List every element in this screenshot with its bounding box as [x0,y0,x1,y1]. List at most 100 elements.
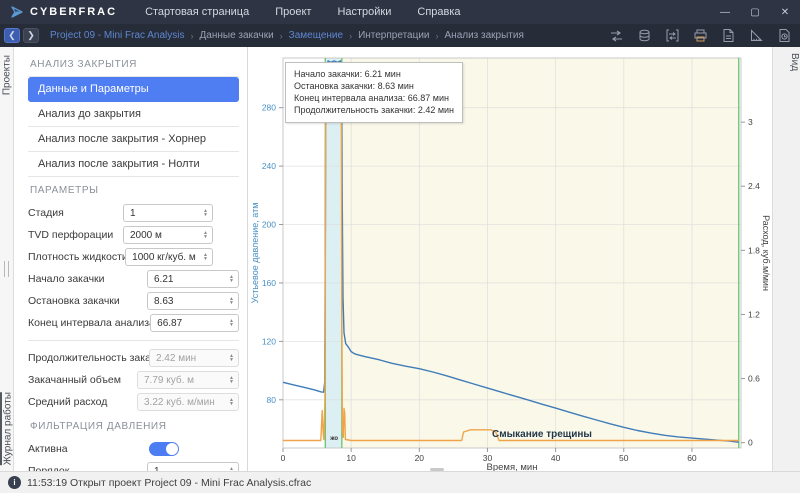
axis-text: 50 [619,453,629,463]
param-label: Средний расход [28,396,137,408]
spinner-value: 1 [130,208,199,219]
spinner-arrows[interactable]: ▲▼ [225,319,238,327]
bottom-splitter-handle[interactable] [430,468,444,471]
spinner-value: 66.87 [157,318,225,329]
tooltip-line: Начало закачки: 6.21 мин [294,68,454,80]
main-menu: Стартовая страница Проект Настройки Справка [145,6,460,18]
menu-item-4[interactable]: Справка [417,6,460,18]
spinner-input[interactable]: 2000 м▲▼ [123,226,213,244]
spinner-value: 7.79 куб. м [144,375,225,386]
chart-panel: 8012016020024028000.61.21.82.43010203040… [248,47,772,471]
spinner-input[interactable]: 8.63▲▼ [147,292,239,310]
filter-form: АктивнаПорядок1▲▼Размер окна4▲▼Ресемплин… [28,438,239,471]
breadcrumb-bar: ❮ ❯ Project 09 - Mini Frac Analysis›Данн… [0,24,800,47]
breadcrumb-separator: › [349,31,352,41]
toggle-knob [166,443,178,455]
filter-title: ФИЛЬТРАЦИЯ ДАВЛЕНИЯ [30,421,239,432]
params-title: ПАРАМЕТРЫ [30,185,239,196]
spinner-arrows[interactable]: ▲▼ [199,253,212,261]
axis-text: 60 [687,453,697,463]
closure-analysis-panel: АНАЛИЗ ЗАКРЫТИЯ Данные и ПараметрыАнализ… [14,47,248,471]
axis-text: 80 [267,395,277,405]
spinner-arrows[interactable]: ▲▼ [199,209,212,217]
divider [28,340,239,341]
nav-button-2[interactable]: Анализ до закрытия [28,102,239,127]
nav-back-button[interactable]: ❮ [4,28,20,43]
info-icon: i [8,476,21,489]
compare-icon[interactable] [609,28,624,43]
nav-button-3[interactable]: Анализ после закрытия - Хорнер [28,127,239,152]
left-tab-strip: Проекты Журнал работы [0,47,14,471]
spinner-arrows[interactable]: ▲▼ [225,275,238,283]
breadcrumb-separator: › [436,31,439,41]
tab-journal[interactable]: Журнал работы [0,392,14,465]
spinner-arrows: ▲▼ [225,398,238,406]
param-label: Продолжительность закачки [28,352,149,364]
tab-projects[interactable]: Проекты [0,55,14,95]
axis-text: Смыкание трещины [492,429,592,440]
axis-text: 0 [748,438,753,448]
param-row: Средний расход3.22 куб. м/мин▲▼ [28,391,239,413]
spinner-input[interactable]: 6.21▲▼ [147,270,239,288]
menu-item-3[interactable]: Настройки [337,6,391,18]
spinner-input[interactable]: 1▲▼ [123,204,213,222]
param-label: TVD перфорации [28,229,123,241]
spinner-input: 2.42 мин▲▼ [149,349,239,367]
nav-forward-button[interactable]: ❯ [23,28,39,43]
spinner-arrows[interactable]: ▲▼ [199,231,212,239]
spinner-value: 6.21 [154,274,225,285]
param-label: Начало закачки [28,273,147,285]
axis-text: 20 [415,453,425,463]
spinner-arrows[interactable]: ▲▼ [225,297,238,305]
menu-item-1[interactable]: Стартовая страница [145,6,249,18]
tooltip-line: Продолжительность закачки: 2.42 мин [294,104,454,116]
spinner-arrows: ▲▼ [225,376,238,384]
tab-view[interactable]: Вид [773,53,800,71]
axis-text: 0.6 [748,374,760,384]
params-form: Стадия1▲▼TVD перфорации2000 м▲▼Плотность… [28,202,239,413]
spinner-value: 1000 кг/куб. м [132,252,199,263]
minimize-button[interactable]: — [710,0,740,24]
param-row: Плотность жидкости1000 кг/куб. м▲▼ [28,246,239,268]
param-row: Конец интервала анализа66.87▲▼ [28,312,239,334]
analysis-nav: Данные и ПараметрыАнализ до закрытияАнал… [28,76,239,177]
spinner-value: 8.63 [154,296,225,307]
main-body: Проекты Журнал работы АНАЛИЗ ЗАКРЫТИЯ Да… [0,47,800,471]
export-icon[interactable] [665,28,680,43]
breadcrumb-item-3[interactable]: Замещение [289,30,343,41]
param-row: Стадия1▲▼ [28,202,239,224]
brand-name: CYBERFRAC [30,6,117,18]
axis-text: 0 [281,453,286,463]
axis-text: 10 [346,453,356,463]
menu-item-2[interactable]: Проект [275,6,311,18]
close-button[interactable]: ✕ [770,0,800,24]
nav-button-1[interactable]: Данные и Параметры [28,77,239,102]
panel-splitter-grip[interactable] [4,261,9,277]
spinner-value: 2000 м [130,230,199,241]
cyberfrac-logo-icon [10,5,24,19]
ruler-icon[interactable] [749,28,764,43]
chart-tooltip: Начало закачки: 6.21 минОстановка закачк… [285,62,463,123]
param-label: Стадия [28,207,123,219]
app-logo: CYBERFRAC [0,5,131,19]
filter-label: Активна [28,443,149,455]
breadcrumb-separator: › [191,31,194,41]
param-row: Продолжительность закачки2.42 мин▲▼ [28,347,239,369]
spinner-input[interactable]: 1000 кг/куб. м▲▼ [125,248,213,266]
axis-text: 1.8 [748,245,760,255]
spinner-input[interactable]: 1▲▼ [147,462,239,471]
report-icon[interactable] [721,28,736,43]
print-icon[interactable] [693,28,708,43]
breadcrumb-item-1[interactable]: Project 09 - Mini Frac Analysis [50,30,185,41]
axis-text: Расход, куб.м/мин [761,215,771,291]
toggle-switch[interactable] [149,442,179,456]
axis-text: Время, мин [487,462,538,471]
axis-text: 200 [262,220,276,230]
history-icon[interactable] [777,28,792,43]
spinner-input[interactable]: 66.87▲▼ [150,314,239,332]
axis-text: 280 [262,103,276,113]
maximize-button[interactable]: ▢ [740,0,770,24]
database-icon[interactable] [637,28,652,43]
filter-row: Активна [28,438,239,460]
nav-button-4[interactable]: Анализ после закрытия - Нолти [28,152,239,177]
